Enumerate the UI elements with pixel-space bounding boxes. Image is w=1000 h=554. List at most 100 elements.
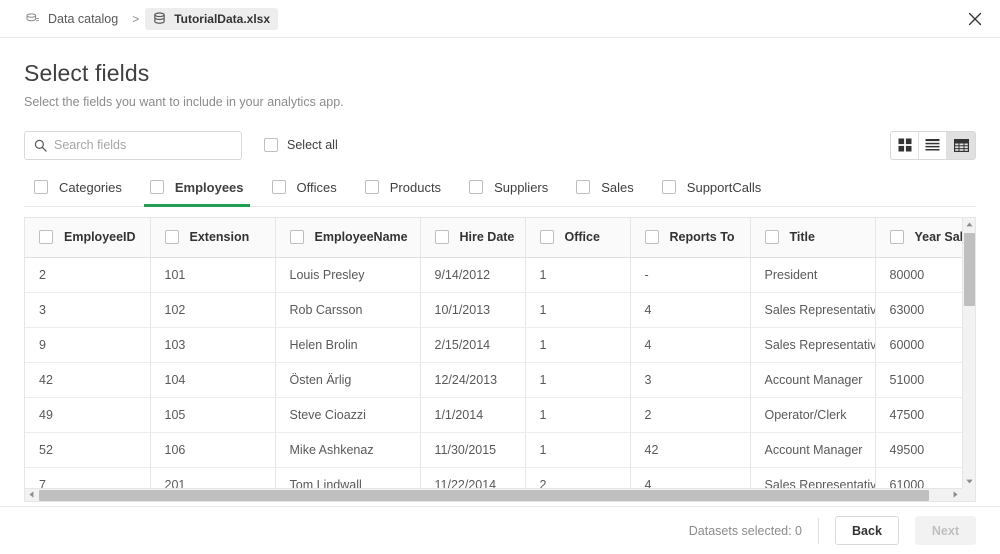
column-header-reports-to[interactable]: Reports To xyxy=(630,218,750,258)
scroll-left-arrow-icon[interactable] xyxy=(25,489,38,501)
vertical-scrollbar[interactable] xyxy=(962,218,975,488)
search-icon xyxy=(34,139,47,152)
tab-checkbox-supportcalls[interactable] xyxy=(662,180,676,194)
list-view-button[interactable] xyxy=(919,132,947,159)
column-checkbox[interactable] xyxy=(435,230,449,244)
select-all-control[interactable]: Select all xyxy=(264,138,338,152)
table-cell: 49500 xyxy=(875,433,962,468)
table-cell: 61000 xyxy=(875,468,962,488)
view-mode-toggle[interactable] xyxy=(890,131,976,160)
breadcrumb-data-catalog[interactable]: Data catalog xyxy=(18,8,126,30)
scroll-down-arrow-icon[interactable] xyxy=(963,475,975,488)
column-checkbox[interactable] xyxy=(290,230,304,244)
table-cell: 1/1/2014 xyxy=(420,398,525,433)
grid-view-button[interactable] xyxy=(891,132,919,159)
table-cell: 106 xyxy=(150,433,275,468)
tab-checkbox-products[interactable] xyxy=(365,180,379,194)
column-header-hire-date[interactable]: Hire Date xyxy=(420,218,525,258)
tab-checkbox-sales[interactable] xyxy=(576,180,590,194)
table-cell: 1 xyxy=(525,398,630,433)
column-checkbox[interactable] xyxy=(165,230,179,244)
table-cell: Mike Ashkenaz xyxy=(275,433,420,468)
table-cell: 10/1/2013 xyxy=(420,293,525,328)
table-row[interactable]: 3102Rob Carsson10/1/201314Sales Represen… xyxy=(25,293,962,328)
dataset-icon xyxy=(153,12,166,25)
toolbar: Select all xyxy=(0,109,1000,160)
horizontal-scrollbar-thumb[interactable] xyxy=(39,490,929,501)
tab-supportcalls[interactable]: SupportCalls xyxy=(652,180,779,206)
tab-label: Sales xyxy=(601,180,634,195)
scrollbar-corner xyxy=(962,488,975,501)
table-row[interactable]: 9103Helen Brolin2/15/201414Sales Represe… xyxy=(25,328,962,363)
column-header-label: Year Salary xyxy=(915,230,963,244)
column-checkbox[interactable] xyxy=(645,230,659,244)
data-catalog-icon xyxy=(26,13,40,25)
column-header-label: EmployeeName xyxy=(315,230,408,244)
tab-categories[interactable]: Categories xyxy=(24,180,140,206)
tab-checkbox-employees[interactable] xyxy=(150,180,164,194)
table-row[interactable]: 2101Louis Presley9/14/20121-President800… xyxy=(25,258,962,293)
table-cell: 2/15/2014 xyxy=(420,328,525,363)
column-header-employeeid[interactable]: EmployeeID xyxy=(25,218,150,258)
titlebar: Data catalog > TutorialData.xlsx xyxy=(0,0,1000,38)
tab-suppliers[interactable]: Suppliers xyxy=(459,180,566,206)
table-view-button[interactable] xyxy=(947,132,975,159)
table-icon xyxy=(954,139,969,152)
tab-label: Offices xyxy=(297,180,337,195)
scroll-up-arrow-icon[interactable] xyxy=(963,218,975,231)
tab-checkbox-categories[interactable] xyxy=(34,180,48,194)
tab-label: Categories xyxy=(59,180,122,195)
column-header-extension[interactable]: Extension xyxy=(150,218,275,258)
column-checkbox[interactable] xyxy=(39,230,53,244)
fields-table-body: 2101Louis Presley9/14/20121-President800… xyxy=(25,258,962,488)
vertical-scrollbar-thumb[interactable] xyxy=(964,233,975,306)
scroll-right-arrow-icon[interactable] xyxy=(949,489,962,501)
tab-employees[interactable]: Employees xyxy=(140,180,262,206)
fields-table-head: EmployeeIDExtension EmployeeName Hire Date… xyxy=(25,218,962,258)
select-all-checkbox[interactable] xyxy=(264,138,278,152)
column-header-label: Office xyxy=(565,230,600,244)
table-cell: 1 xyxy=(525,433,630,468)
table-cell: 101 xyxy=(150,258,275,293)
tab-checkbox-offices[interactable] xyxy=(272,180,286,194)
column-header-year-salary[interactable]: Year Salary xyxy=(875,218,962,258)
column-checkbox[interactable] xyxy=(765,230,779,244)
column-checkbox[interactable] xyxy=(890,230,904,244)
tab-offices[interactable]: Offices xyxy=(262,180,355,206)
table-cell: Account Manager xyxy=(750,433,875,468)
tab-sales[interactable]: Sales xyxy=(566,180,652,206)
tab-label: Products xyxy=(390,180,441,195)
horizontal-scrollbar[interactable] xyxy=(25,488,975,501)
fields-table-scroll-area: EmployeeIDExtension EmployeeName Hire Date… xyxy=(25,218,962,488)
column-header-employeename[interactable]: EmployeeName xyxy=(275,218,420,258)
back-button[interactable]: Back xyxy=(835,516,899,545)
select-all-label: Select all xyxy=(287,138,338,152)
table-row[interactable]: 7201Tom Lindwall11/22/201424Sales Repres… xyxy=(25,468,962,488)
table-cell: Account Manager xyxy=(750,363,875,398)
breadcrumb-dataset-tab[interactable]: TutorialData.xlsx xyxy=(145,8,278,30)
table-cell: Sales Representative xyxy=(750,328,875,363)
column-header-label: Title xyxy=(790,230,815,244)
table-cell: 9/14/2012 xyxy=(420,258,525,293)
table-row[interactable]: 42104Östen Ärlig12/24/201313Account Mana… xyxy=(25,363,962,398)
table-row[interactable]: 49105Steve Cioazzi1/1/201412Operator/Cle… xyxy=(25,398,962,433)
tab-label: SupportCalls xyxy=(687,180,761,195)
search-input[interactable] xyxy=(54,138,232,152)
table-cell: 60000 xyxy=(875,328,962,363)
table-cell: Operator/Clerk xyxy=(750,398,875,433)
column-header-title[interactable]: Title xyxy=(750,218,875,258)
tab-products[interactable]: Products xyxy=(355,180,459,206)
search-field[interactable] xyxy=(24,131,242,160)
close-button[interactable] xyxy=(960,4,990,34)
table-row[interactable]: 52106Mike Ashkenaz11/30/2015142Account M… xyxy=(25,433,962,468)
table-cell: 47500 xyxy=(875,398,962,433)
table-cell: 4 xyxy=(630,293,750,328)
table-cell: 1 xyxy=(525,258,630,293)
list-icon xyxy=(925,138,940,152)
table-cell: 42 xyxy=(630,433,750,468)
tab-checkbox-suppliers[interactable] xyxy=(469,180,483,194)
column-checkbox[interactable] xyxy=(540,230,554,244)
column-header-office[interactable]: Office xyxy=(525,218,630,258)
table-cell: 3 xyxy=(25,293,150,328)
table-cell: 1 xyxy=(525,363,630,398)
